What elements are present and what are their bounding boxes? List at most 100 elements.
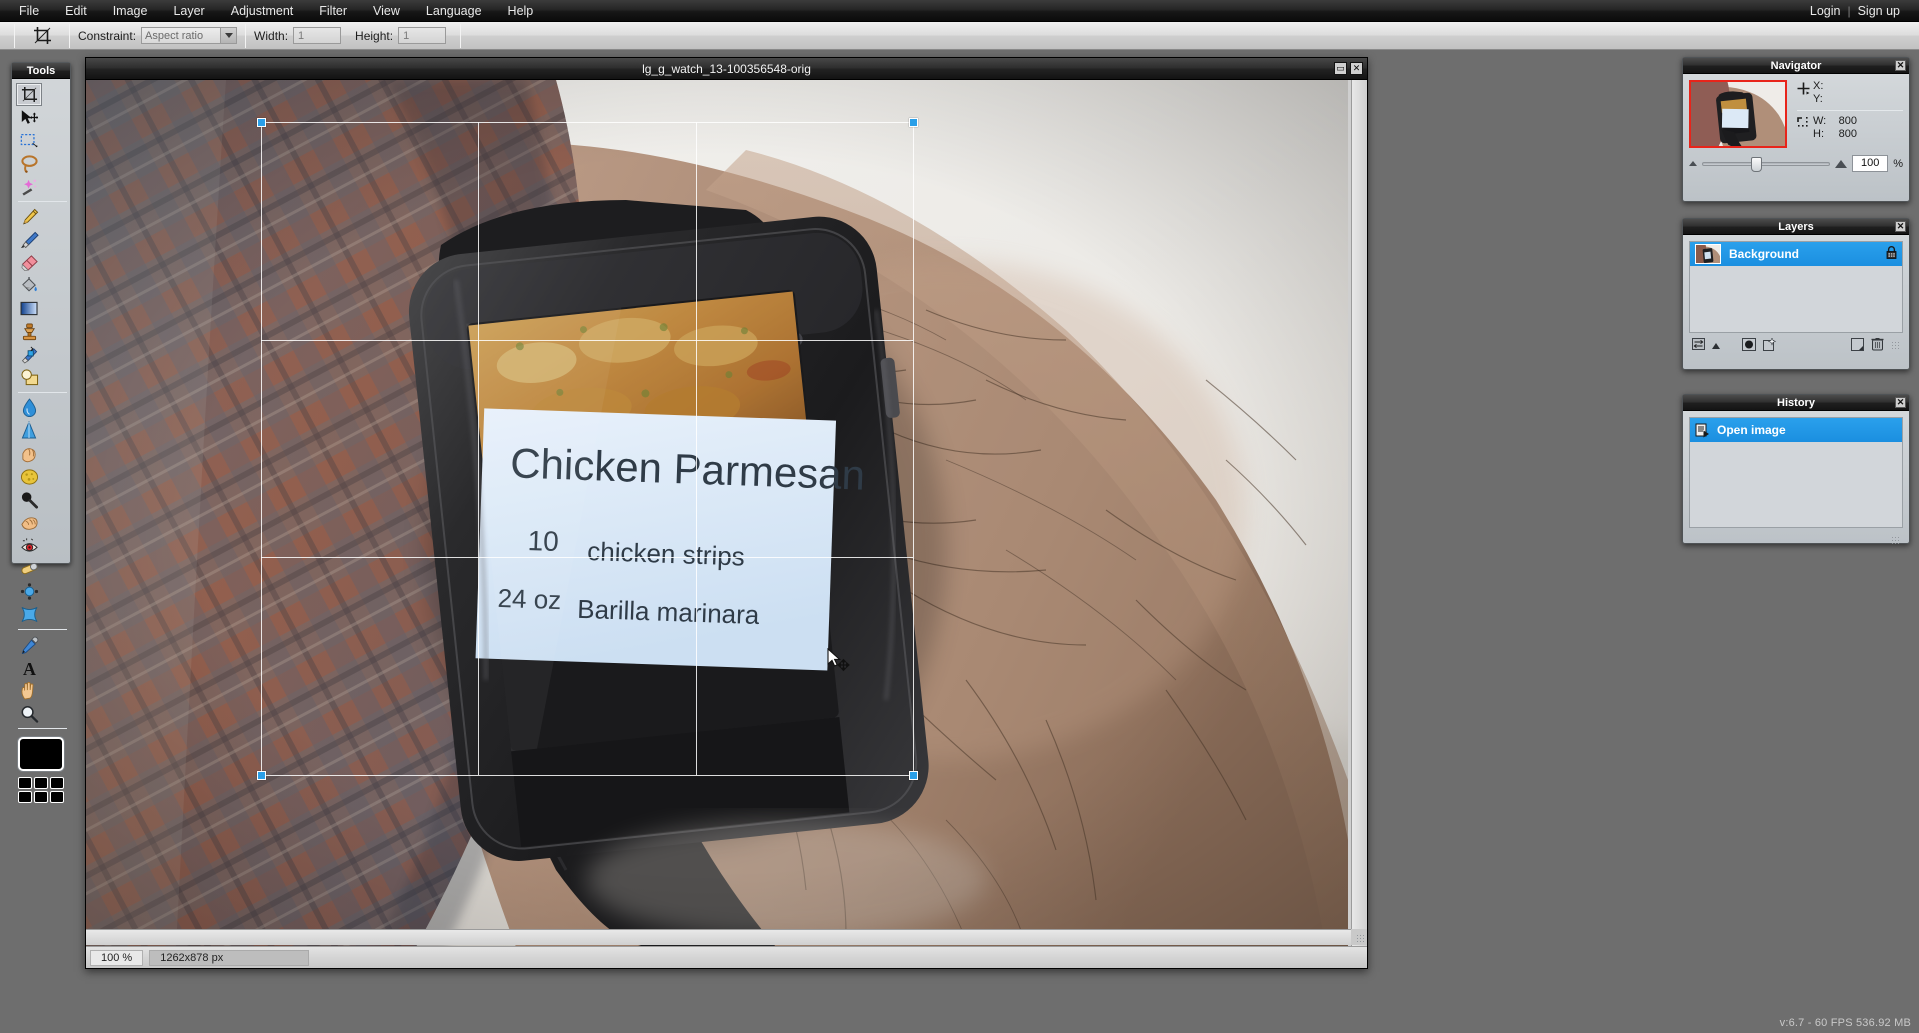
caret-up-icon[interactable] bbox=[1712, 340, 1720, 352]
navigator-close-icon[interactable]: ✕ bbox=[1895, 60, 1906, 71]
tool-smudge[interactable] bbox=[16, 442, 42, 465]
layers-title-bar[interactable]: Layers ✕ bbox=[1683, 219, 1909, 235]
zoom-level-display[interactable]: 100 % bbox=[90, 949, 144, 966]
navigator-thumbnail[interactable] bbox=[1689, 80, 1787, 148]
smartwatch-photo: Chicken Parmesan 10 chicken strips 24 oz… bbox=[86, 80, 1348, 947]
tool-zoom[interactable] bbox=[16, 702, 42, 725]
document-status-bar: 100 % 1262x878 px bbox=[86, 946, 1367, 968]
menu-bar-items: File Edit Image Layer Adjustment Filter … bbox=[0, 0, 546, 22]
tool-pinch[interactable] bbox=[16, 603, 42, 626]
layers-title-text: Layers bbox=[1778, 221, 1814, 233]
history-row-open-image[interactable]: Open image bbox=[1690, 418, 1902, 442]
chevron-down-icon[interactable] bbox=[220, 28, 237, 43]
palette-swatch-2[interactable] bbox=[50, 777, 64, 789]
menu-file[interactable]: File bbox=[6, 0, 52, 22]
tool-replace-color[interactable] bbox=[16, 343, 42, 366]
color-palette-swatches bbox=[17, 776, 65, 804]
tool-gradient[interactable] bbox=[16, 297, 42, 320]
palette-swatch-3[interactable] bbox=[18, 791, 32, 803]
document-title-bar[interactable]: lg_g_watch_13-100356548-orig ▭ ✕ bbox=[86, 58, 1367, 80]
signup-link[interactable]: Sign up bbox=[1851, 0, 1907, 22]
tool-hand[interactable] bbox=[16, 679, 42, 702]
zoom-out-icon[interactable] bbox=[1689, 161, 1697, 166]
layer-row-background[interactable]: Background bbox=[1690, 242, 1902, 266]
mask-circle-icon[interactable] bbox=[1742, 337, 1756, 354]
width-input[interactable]: 1 bbox=[293, 27, 342, 44]
menu-filter[interactable]: Filter bbox=[306, 0, 360, 22]
tool-pencil[interactable] bbox=[16, 205, 42, 228]
navigator-title-bar[interactable]: Navigator ✕ bbox=[1683, 58, 1909, 74]
crosshair-icon bbox=[1797, 80, 1813, 97]
tool-drawing-shape[interactable] bbox=[16, 366, 42, 389]
image-canvas[interactable]: Chicken Parmesan 10 chicken strips 24 oz… bbox=[86, 80, 1367, 947]
grip-icon[interactable] bbox=[1891, 341, 1900, 350]
constraint-label: Constraint: bbox=[78, 28, 137, 43]
zoom-in-icon[interactable] bbox=[1835, 159, 1848, 168]
menu-language[interactable]: Language bbox=[413, 0, 495, 22]
crop-icon bbox=[29, 24, 55, 48]
zoom-slider-handle[interactable] bbox=[1750, 156, 1762, 172]
tool-magic-wand[interactable] bbox=[16, 175, 42, 198]
canvas-vertical-scrollbar[interactable] bbox=[1351, 80, 1367, 947]
new-layer-icon[interactable] bbox=[1851, 337, 1864, 354]
tool-move[interactable] bbox=[16, 106, 42, 129]
login-link[interactable]: Login bbox=[1803, 0, 1848, 22]
primary-color-swatch[interactable] bbox=[18, 737, 64, 771]
open-image-icon bbox=[1695, 423, 1711, 438]
canvas-horizontal-scrollbar[interactable] bbox=[86, 929, 1351, 945]
menu-layer[interactable]: Layer bbox=[160, 0, 217, 22]
lock-icon bbox=[1886, 246, 1897, 262]
menu-adjustment[interactable]: Adjustment bbox=[218, 0, 307, 22]
layers-toolbar bbox=[1689, 336, 1903, 354]
palette-swatch-1[interactable] bbox=[34, 777, 48, 789]
tool-paint-bucket[interactable] bbox=[16, 274, 42, 297]
history-list[interactable]: Open image bbox=[1689, 417, 1903, 528]
navigator-zoom-row: 100 % bbox=[1689, 155, 1903, 172]
history-close-icon[interactable]: ✕ bbox=[1895, 397, 1906, 408]
grip-icon[interactable] bbox=[1891, 536, 1900, 545]
trash-icon[interactable] bbox=[1871, 337, 1884, 354]
tool-marquee-select[interactable] bbox=[16, 129, 42, 152]
nav-x-label: X: bbox=[1813, 80, 1824, 92]
tool-color-picker[interactable] bbox=[16, 633, 42, 656]
tool-burn[interactable] bbox=[16, 511, 42, 534]
tool-type[interactable]: A bbox=[16, 656, 42, 679]
height-input[interactable]: 1 bbox=[398, 27, 447, 44]
tool-red-eye[interactable] bbox=[16, 534, 42, 557]
blend-icon[interactable] bbox=[1692, 338, 1705, 353]
tool-lasso[interactable] bbox=[16, 152, 42, 175]
grip-icon[interactable] bbox=[1356, 934, 1365, 943]
layers-list[interactable]: Background bbox=[1689, 241, 1903, 333]
menu-image[interactable]: Image bbox=[100, 0, 161, 22]
palette-swatch-5[interactable] bbox=[50, 791, 64, 803]
tool-clone-stamp[interactable] bbox=[16, 320, 42, 343]
tool-brush[interactable] bbox=[16, 228, 42, 251]
restore-button[interactable]: ▭ bbox=[1334, 62, 1347, 75]
menu-help[interactable]: Help bbox=[495, 0, 547, 22]
account-links: Login | Sign up bbox=[1803, 0, 1919, 22]
image-size-display: 1262x878 px bbox=[149, 949, 310, 966]
palette-swatch-0[interactable] bbox=[18, 777, 32, 789]
menu-bar: File Edit Image Layer Adjustment Filter … bbox=[0, 0, 1919, 22]
selection-size-icon bbox=[1797, 115, 1813, 132]
layer-style-icon[interactable] bbox=[1763, 336, 1777, 354]
tool-eraser[interactable] bbox=[16, 251, 42, 274]
history-title-bar[interactable]: History ✕ bbox=[1683, 395, 1909, 411]
menu-edit[interactable]: Edit bbox=[52, 0, 100, 22]
navigator-body: X: Y: W: 800 H: 800 100 % bbox=[1683, 74, 1909, 178]
zoom-slider[interactable] bbox=[1702, 156, 1831, 172]
menu-view[interactable]: View bbox=[360, 0, 413, 22]
tool-crop[interactable] bbox=[16, 83, 42, 106]
zoom-value-input[interactable]: 100 bbox=[1852, 155, 1889, 172]
layers-close-icon[interactable]: ✕ bbox=[1895, 221, 1906, 232]
tool-dodge[interactable] bbox=[16, 488, 42, 511]
tool-spot-heal[interactable] bbox=[16, 557, 42, 580]
tool-sponge[interactable] bbox=[16, 465, 42, 488]
tool-sharpen[interactable] bbox=[16, 419, 42, 442]
close-button[interactable]: ✕ bbox=[1350, 62, 1363, 75]
constraint-select[interactable]: Aspect ratio bbox=[141, 27, 238, 44]
tool-blur[interactable] bbox=[16, 396, 42, 419]
nav-y-label: Y: bbox=[1813, 92, 1823, 105]
tool-bloat[interactable] bbox=[16, 580, 42, 603]
palette-swatch-4[interactable] bbox=[34, 791, 48, 803]
